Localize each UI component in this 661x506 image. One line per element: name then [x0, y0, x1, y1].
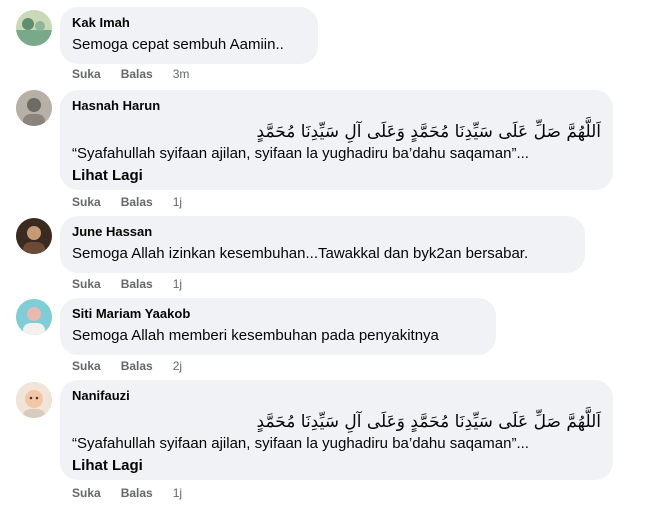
comment-text: Semoga Allah izinkan kesembuhan...Tawakk…: [72, 245, 529, 262]
comment-actions: Suka Balas 1j: [72, 276, 182, 292]
reply-button[interactable]: Balas: [121, 485, 153, 501]
comment-timestamp[interactable]: 3m: [173, 66, 190, 82]
reply-button[interactable]: Balas: [121, 194, 153, 210]
comment-bubble: Hasnah Harun اَللَّهُمَّ صَلِّ عَلَى سَي…: [60, 90, 613, 190]
comment-text: Semoga Allah memberi kesembuhan pada pen…: [72, 327, 439, 344]
comment-bubble: June Hassan Semoga Allah izinkan kesembu…: [60, 216, 585, 273]
avatar[interactable]: [16, 10, 52, 46]
avatar-person-icon: [16, 90, 52, 126]
comment-timestamp[interactable]: 1j: [173, 194, 182, 210]
like-button[interactable]: Suka: [72, 358, 101, 374]
see-more-link[interactable]: Lihat Lagi: [72, 166, 601, 186]
avatar[interactable]: [16, 382, 52, 418]
comment-actions: Suka Balas 1j: [72, 194, 182, 210]
like-button[interactable]: Suka: [72, 194, 101, 210]
comment-bubble: Siti Mariam Yaakob Semoga Allah memberi …: [60, 298, 496, 355]
avatar-baby-icon: [16, 382, 52, 418]
avatar[interactable]: [16, 218, 52, 254]
comment-author[interactable]: June Hassan: [72, 224, 573, 240]
comment-bubble: Kak Imah Semoga cepat sembuh Aamiin..: [60, 7, 318, 64]
see-more-link[interactable]: Lihat Lagi: [72, 456, 601, 476]
avatar[interactable]: [16, 299, 52, 335]
avatar-landscape-icon: [16, 10, 52, 46]
comment-arabic-text: اَللَّهُمَّ صَلِّ عَلَى سَيِّدِنَا مُحَم…: [256, 412, 601, 432]
comment-author[interactable]: Nanifauzi: [72, 388, 601, 404]
comment-timestamp[interactable]: 1j: [173, 276, 182, 292]
comment-text: Semoga cepat sembuh Aamiin..: [72, 36, 284, 53]
comment-text: “Syafahullah syifaan ajilan, syifaan la …: [72, 435, 529, 452]
comment-actions: Suka Balas 2j: [72, 358, 182, 374]
comment-author[interactable]: Hasnah Harun: [72, 98, 601, 114]
comment-author[interactable]: Siti Mariam Yaakob: [72, 306, 484, 322]
like-button[interactable]: Suka: [72, 66, 101, 82]
reply-button[interactable]: Balas: [121, 358, 153, 374]
comment-timestamp[interactable]: 1j: [173, 485, 182, 501]
comment-timestamp[interactable]: 2j: [173, 358, 182, 374]
comment-actions: Suka Balas 3m: [72, 66, 189, 82]
reply-button[interactable]: Balas: [121, 276, 153, 292]
like-button[interactable]: Suka: [72, 276, 101, 292]
avatar[interactable]: [16, 90, 52, 126]
avatar-person-icon: [16, 218, 52, 254]
comment-arabic-text: اَللَّهُمَّ صَلِّ عَلَى سَيِّدِنَا مُحَم…: [256, 122, 601, 142]
comment-actions: Suka Balas 1j: [72, 485, 182, 501]
comment-bubble: Nanifauzi اَللَّهُمَّ صَلِّ عَلَى سَيِّد…: [60, 380, 613, 480]
like-button[interactable]: Suka: [72, 485, 101, 501]
comment-text: “Syafahullah syifaan ajilan, syifaan la …: [72, 145, 529, 162]
comment-author[interactable]: Kak Imah: [72, 15, 306, 31]
avatar-person-icon: [16, 299, 52, 335]
reply-button[interactable]: Balas: [121, 66, 153, 82]
